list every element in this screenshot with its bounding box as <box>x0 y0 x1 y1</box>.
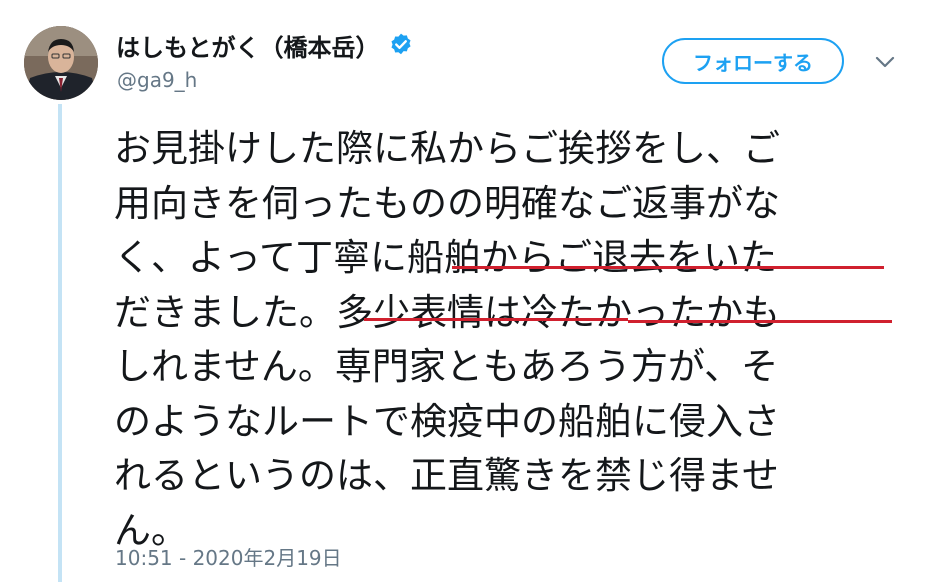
tweet-line: く、よって丁寧に船舶からご退去をいた <box>114 236 778 279</box>
tweet-line: しれません。専門家ともあろう方が、そ <box>114 345 779 388</box>
user-handle[interactable]: @ga9_h <box>117 68 197 92</box>
thread-line <box>58 104 62 582</box>
tweet-line: れるというのは、正直驚きを禁じ得ませ <box>114 454 779 497</box>
tweet-line: のようなルートで検疫中の船舶に侵入さ <box>114 399 780 443</box>
tweet-line: だきました。多少表情は冷たかったかも <box>114 290 780 334</box>
chevron-down-icon[interactable] <box>874 54 896 70</box>
display-name[interactable]: はしもとがく（橋本岳） <box>116 28 380 63</box>
annotation-underline <box>628 320 892 323</box>
tweet-line: お見掛けした際に私からご挨拶をし、ご <box>114 127 780 170</box>
tweet-line: 用向きを伺ったものの明確なご返事がな <box>114 181 780 225</box>
tweet-timestamp[interactable]: 10:51 - 2020年2月19日 <box>115 542 342 571</box>
user-name-row[interactable]: はしもとがく（橋本岳） <box>116 28 414 63</box>
avatar[interactable] <box>24 26 98 100</box>
avatar-photo-icon <box>24 26 98 100</box>
verified-badge-icon <box>390 33 411 55</box>
annotation-underline <box>452 266 884 269</box>
annotation-underline <box>364 318 628 321</box>
tweet-text: お見掛けした際に私からご挨拶をし、ご 用向きを伺ったものの明確なご返事がな く、… <box>114 122 904 558</box>
follow-button[interactable]: フォローする <box>662 38 844 84</box>
